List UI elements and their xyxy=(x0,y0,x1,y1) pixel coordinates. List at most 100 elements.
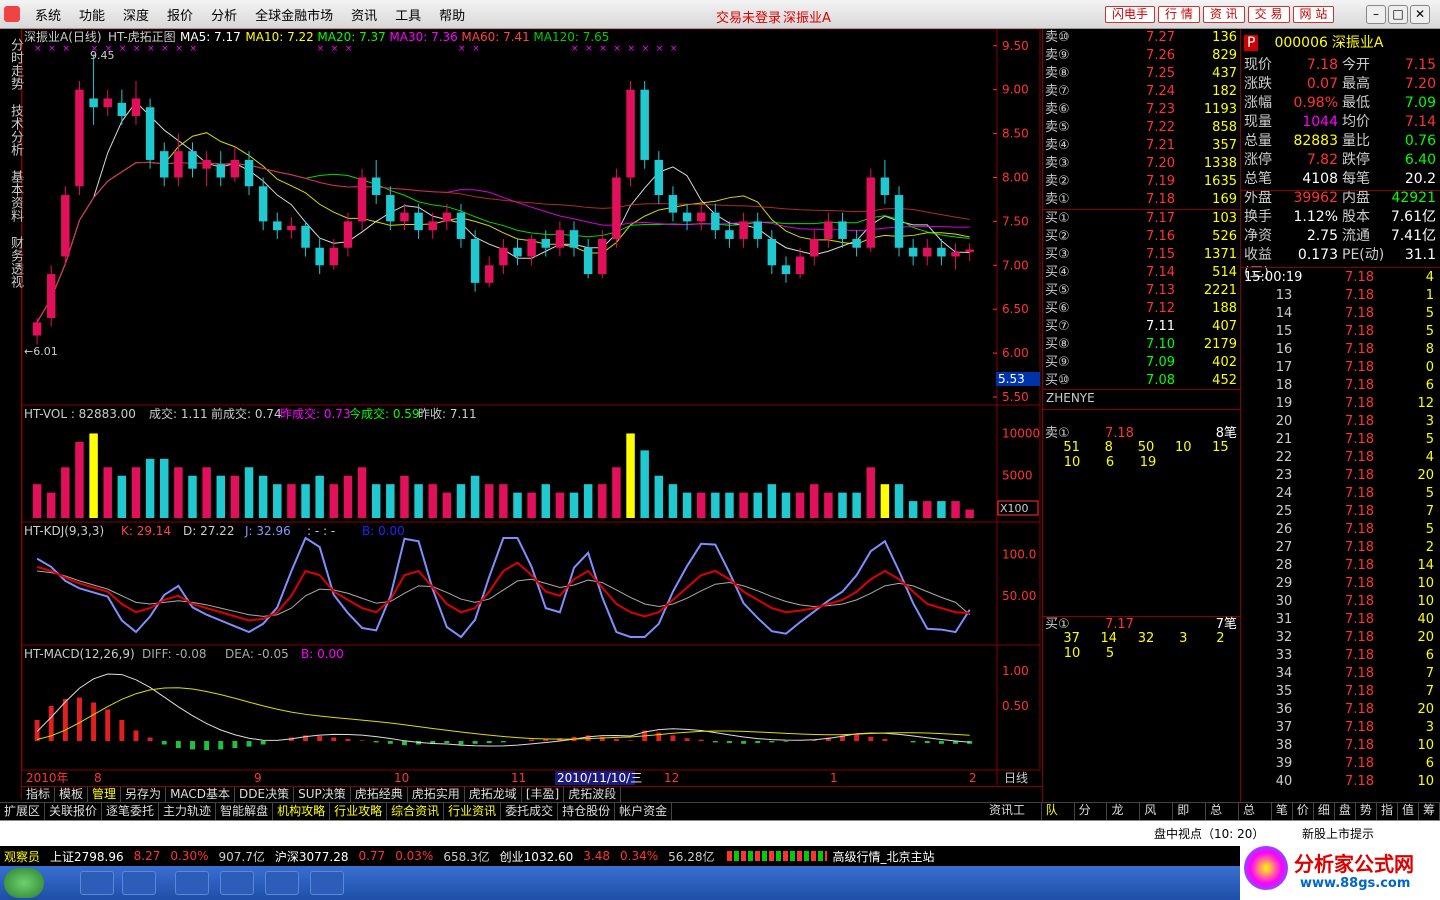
menu-item[interactable]: 分析 xyxy=(202,5,246,24)
cy-amount[interactable]: 56.28亿 xyxy=(668,848,714,865)
buy-row[interactable]: 买⑤ 7.13 2221 xyxy=(1045,282,1239,300)
sell-row[interactable]: 卖① 7.18 169 xyxy=(1045,191,1239,209)
taskbar-ie-icon[interactable] xyxy=(220,871,254,895)
watch-label[interactable]: 观察员 xyxy=(4,848,40,865)
quote-value: 7.82 xyxy=(1306,152,1338,168)
vol-label: 今成交: 0.59 xyxy=(349,406,420,421)
sh-index[interactable]: 上证2798.96 xyxy=(50,848,124,865)
left-tab[interactable]: 财务透视 xyxy=(0,231,23,293)
menu-item[interactable]: 全球金融市场 xyxy=(246,5,342,24)
extension-tab[interactable]: 委托成交 xyxy=(501,803,559,820)
indicator-tab[interactable]: SUP决策 xyxy=(294,787,351,802)
extension-tab[interactable]: 综合资讯 xyxy=(387,803,445,820)
buy-volume: 402 xyxy=(1212,355,1237,370)
buy-row[interactable]: 买④ 7.14 514 xyxy=(1045,264,1239,282)
extension-tab[interactable]: 主力轨迹 xyxy=(159,803,217,820)
sell-row[interactable]: 卖⑩ 7.27 136 xyxy=(1045,29,1239,47)
sell-row[interactable]: 卖⑦ 7.24 182 xyxy=(1045,83,1239,101)
buy-row[interactable]: 买① 7.17 103 xyxy=(1045,210,1239,228)
macd-label: DIFF: -0.08 xyxy=(142,647,207,661)
indicator-tab[interactable]: DDE决策 xyxy=(235,787,295,802)
login-status[interactable]: 交易未登录 xyxy=(716,7,781,26)
quick-button[interactable]: 资 讯 xyxy=(1202,6,1245,23)
tick-row: 34 7.18 7 xyxy=(1244,665,1438,683)
indicator-tab[interactable]: 模板 xyxy=(55,787,89,802)
left-tab[interactable]: 基本资料 xyxy=(0,165,23,227)
menu-item[interactable]: 系统 xyxy=(26,5,70,24)
close-button[interactable]: ✕ xyxy=(1410,5,1430,24)
sh-change[interactable]: 8.27 xyxy=(134,849,161,863)
tick-price: 7.18 xyxy=(1345,594,1374,609)
indicator-tab[interactable]: 虎拓龙域 xyxy=(465,787,522,802)
menu-item[interactable]: 帮助 xyxy=(430,5,474,24)
sell-row[interactable]: 卖⑧ 7.25 437 xyxy=(1045,65,1239,83)
sz-change[interactable]: 0.77 xyxy=(358,849,385,863)
chart-svg[interactable]: 深振业A(日线) HT-虎拓正图 MA5: 7.17 MA10: 7.22 MA20: … xyxy=(21,28,1042,786)
quick-button[interactable]: 行 情 xyxy=(1158,6,1200,23)
sell-row[interactable]: 卖⑥ 7.23 1193 xyxy=(1045,101,1239,119)
cy-pct[interactable]: 0.34% xyxy=(620,849,658,863)
quick-button[interactable]: 网 站 xyxy=(1292,6,1335,23)
quick-button[interactable]: 闪电手 xyxy=(1105,6,1156,23)
sell-price: 7.21 xyxy=(1146,138,1175,153)
extension-tab[interactable]: 行业攻略 xyxy=(330,803,388,820)
maximize-button[interactable]: □ xyxy=(1388,5,1408,24)
extension-tab[interactable]: 帐户资金 xyxy=(615,803,673,820)
extension-tab[interactable]: 扩展区 xyxy=(0,803,46,820)
extension-tab[interactable]: 逐笔委托 xyxy=(102,803,160,820)
sz-index[interactable]: 沪深3077.28 xyxy=(275,848,349,865)
extension-tab[interactable]: 机构攻略 xyxy=(273,803,331,820)
indicator-tab[interactable]: MACD基本 xyxy=(166,787,236,802)
buy-row[interactable]: 买⑥ 7.12 188 xyxy=(1045,300,1239,318)
extension-tab[interactable]: 智能解盘 xyxy=(216,803,274,820)
sell-row[interactable]: 卖② 7.19 1635 xyxy=(1045,173,1239,191)
sell-row[interactable]: 卖⑨ 7.26 829 xyxy=(1045,47,1239,65)
buy-row[interactable]: 买⑦ 7.11 407 xyxy=(1045,318,1239,336)
server-site[interactable]: 高级行情_北京主站 xyxy=(833,848,935,865)
indicator-tab[interactable]: 另存为 xyxy=(121,787,167,802)
tick-time: 19 xyxy=(1275,396,1293,411)
indicator-tab[interactable]: 虎拓波段 xyxy=(564,787,622,802)
menu-item[interactable]: 资讯 xyxy=(342,5,386,24)
extension-tab[interactable]: 行业资讯 xyxy=(444,803,502,820)
buy-row[interactable]: 买⑩ 7.08 452 xyxy=(1045,372,1239,390)
sell-row[interactable]: 卖④ 7.21 357 xyxy=(1045,137,1239,155)
menu-item[interactable]: 工具 xyxy=(386,5,430,24)
cy-index[interactable]: 创业1032.60 xyxy=(500,848,574,865)
sz-pct[interactable]: 0.03% xyxy=(395,849,433,863)
menu-item[interactable]: 报价 xyxy=(158,5,202,24)
buy-row[interactable]: 买⑨ 7.09 402 xyxy=(1045,354,1239,372)
quick-button[interactable]: 交 易 xyxy=(1247,6,1290,23)
taskbar-app-icon[interactable] xyxy=(175,871,209,895)
indicator-tab[interactable]: 虎拓实用 xyxy=(408,787,465,802)
sell-row[interactable]: 卖③ 7.20 1338 xyxy=(1045,155,1239,173)
menu-item[interactable]: 深度 xyxy=(114,5,158,24)
taskbar-stock-app-icon[interactable] xyxy=(310,871,344,895)
extension-tab[interactable]: 持仓股份 xyxy=(558,803,616,820)
start-button[interactable] xyxy=(4,868,44,898)
extension-tab[interactable]: 关联报价 xyxy=(45,803,103,820)
sh-pct[interactable]: 0.30% xyxy=(170,849,208,863)
sh-amount[interactable]: 907.7亿 xyxy=(218,848,264,865)
sz-amount[interactable]: 658.3亿 xyxy=(443,848,489,865)
taskbar-app-icon[interactable] xyxy=(122,871,156,895)
taskbar-app-icon[interactable] xyxy=(265,871,299,895)
indicator-tab[interactable]: 指标 xyxy=(22,787,56,802)
indicator-tab[interactable]: 管理 xyxy=(88,787,122,802)
indicator-tab[interactable]: 虎拓经典 xyxy=(351,787,408,802)
minimize-button[interactable]: – xyxy=(1366,5,1386,24)
left-tab[interactable]: 技术分析 xyxy=(0,99,23,161)
taskbar-desktop-icon[interactable] xyxy=(80,871,114,895)
buy-row[interactable]: 买⑧ 7.10 2179 xyxy=(1045,336,1239,354)
volume-bar xyxy=(315,475,324,518)
buy-row[interactable]: 买② 7.16 526 xyxy=(1045,228,1239,246)
kline-chart[interactable]: 深振业A(日线) HT-虎拓正图 MA5: 7.17 MA10: 7.22 MA20: … xyxy=(21,28,1042,799)
indicator-tab[interactable]: [丰盈] xyxy=(522,787,565,802)
sell-label: 卖⑨ xyxy=(1045,48,1070,63)
left-tab[interactable]: 分时走势 xyxy=(0,33,23,95)
sell-row[interactable]: 卖⑤ 7.22 858 xyxy=(1045,119,1239,137)
buy-row[interactable]: 买③ 7.15 1371 xyxy=(1045,246,1239,264)
menu-item[interactable]: 功能 xyxy=(70,5,114,24)
macd-bar xyxy=(175,741,181,748)
cy-change[interactable]: 3.48 xyxy=(583,849,610,863)
